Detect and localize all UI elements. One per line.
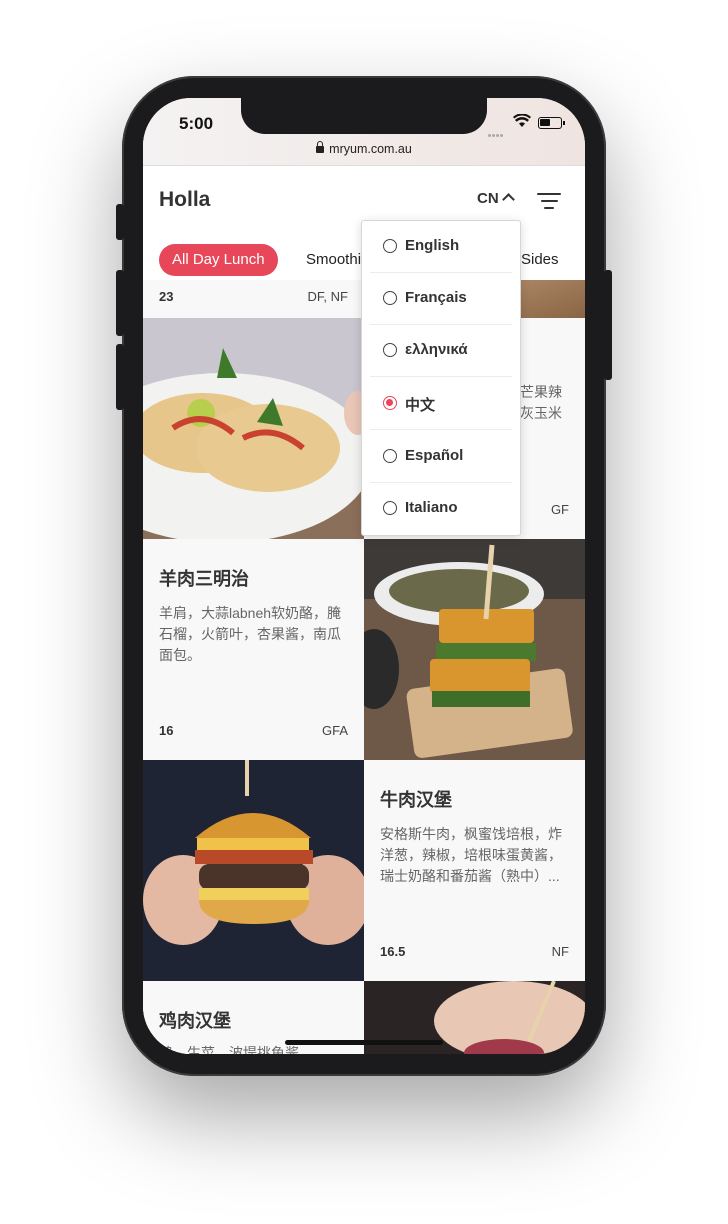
radio-button[interactable] xyxy=(383,449,397,463)
radio-button[interactable] xyxy=(383,343,397,357)
language-toggle[interactable]: CN xyxy=(477,190,515,207)
language-option-francais[interactable]: Français xyxy=(370,273,512,325)
radio-button-selected[interactable] xyxy=(383,396,397,410)
item-price: 16.5 xyxy=(380,944,406,959)
lock-icon xyxy=(316,141,325,153)
language-label: Français xyxy=(405,289,467,306)
food-image-sandwich[interactable] xyxy=(364,539,585,760)
item-title: 鸡肉汉堡 xyxy=(159,1011,231,1031)
language-option-chinese[interactable]: 中文 xyxy=(370,378,512,430)
item-tags: DF, NF xyxy=(307,289,348,304)
tab-smoothies[interactable]: Smoothi xyxy=(306,244,361,276)
item-description: 安格斯牛肉，枫蜜饯培根，炸洋葱，辣椒，培根味蛋黄酱，瑞士奶酪和番茄酱（熟中）..… xyxy=(380,826,562,884)
power-button xyxy=(604,270,612,380)
language-option-espanol[interactable]: Español xyxy=(370,431,512,483)
volume-up-button xyxy=(116,270,124,336)
radio-button[interactable] xyxy=(383,239,397,253)
language-label: 中文 xyxy=(405,397,436,414)
language-code: CN xyxy=(477,190,499,207)
item-description: 羊肩，大蒜labneh软奶酪，腌石榴，火箭叶，杏果酱，南瓜面包。 xyxy=(159,605,342,663)
address-bar[interactable]: mryum.com.au xyxy=(143,140,585,166)
item-price: 16 xyxy=(159,723,174,738)
app-header: Holla CN xyxy=(143,166,585,228)
menu-card-lamb-sandwich[interactable]: 羊肉三明治 羊肩，大蒜labneh软奶酪，腌石榴，火箭叶，杏果酱，南瓜面包。 1… xyxy=(143,539,364,760)
language-label: English xyxy=(405,237,460,254)
url-text: mryum.com.au xyxy=(329,142,412,156)
status-time: 5:00 xyxy=(179,114,214,133)
menu-card-beef-burger[interactable]: 牛肉汉堡 安格斯牛肉，枫蜜饯培根，炸洋葱，辣椒，培根味蛋黄酱，瑞士奶酪和番茄酱（… xyxy=(364,760,585,981)
language-option-greek[interactable]: ελληνικά xyxy=(370,325,512,377)
tab-sides[interactable]: Sides xyxy=(521,244,559,276)
battery-icon xyxy=(538,117,565,129)
volume-down-button xyxy=(116,344,124,410)
language-label: Español xyxy=(405,447,464,464)
wifi-icon xyxy=(513,113,531,132)
food-image-tacos[interactable] xyxy=(143,318,364,539)
language-dropdown: English Français ελληνικά 中文 Español Ita… xyxy=(361,220,521,536)
chevron-up-icon xyxy=(501,193,515,206)
menu-card-partial[interactable]: 23 DF, NF xyxy=(143,280,364,318)
item-tags: NF xyxy=(551,944,569,959)
item-tags: GFA xyxy=(321,723,348,738)
language-label: Italiano xyxy=(405,499,458,516)
screen: 5:00 mryum.com.au Holla CN All Day Lunch… xyxy=(143,98,585,1054)
radio-button[interactable] xyxy=(383,501,397,515)
mute-switch xyxy=(116,204,124,240)
item-title: 牛肉汉堡 xyxy=(380,790,452,810)
item-price: 23 xyxy=(159,289,174,304)
venue-title: Holla xyxy=(159,188,211,211)
signal-icon xyxy=(488,124,510,137)
tab-all-day-lunch[interactable]: All Day Lunch xyxy=(159,244,278,276)
item-tags: GF xyxy=(550,502,569,517)
radio-button[interactable] xyxy=(383,291,397,305)
home-indicator[interactable] xyxy=(285,1040,443,1045)
language-label: ελληνικά xyxy=(405,341,468,358)
item-title: 羊肉三明治 xyxy=(159,569,249,589)
item-desc-fragment: 芒果辣 灰玉米 xyxy=(520,384,562,421)
language-option-english[interactable]: English xyxy=(370,221,512,273)
language-option-italiano[interactable]: Italiano xyxy=(370,483,512,535)
filter-icon[interactable] xyxy=(537,193,561,211)
food-image-beef-burger[interactable] xyxy=(143,760,364,981)
notch xyxy=(241,98,487,134)
